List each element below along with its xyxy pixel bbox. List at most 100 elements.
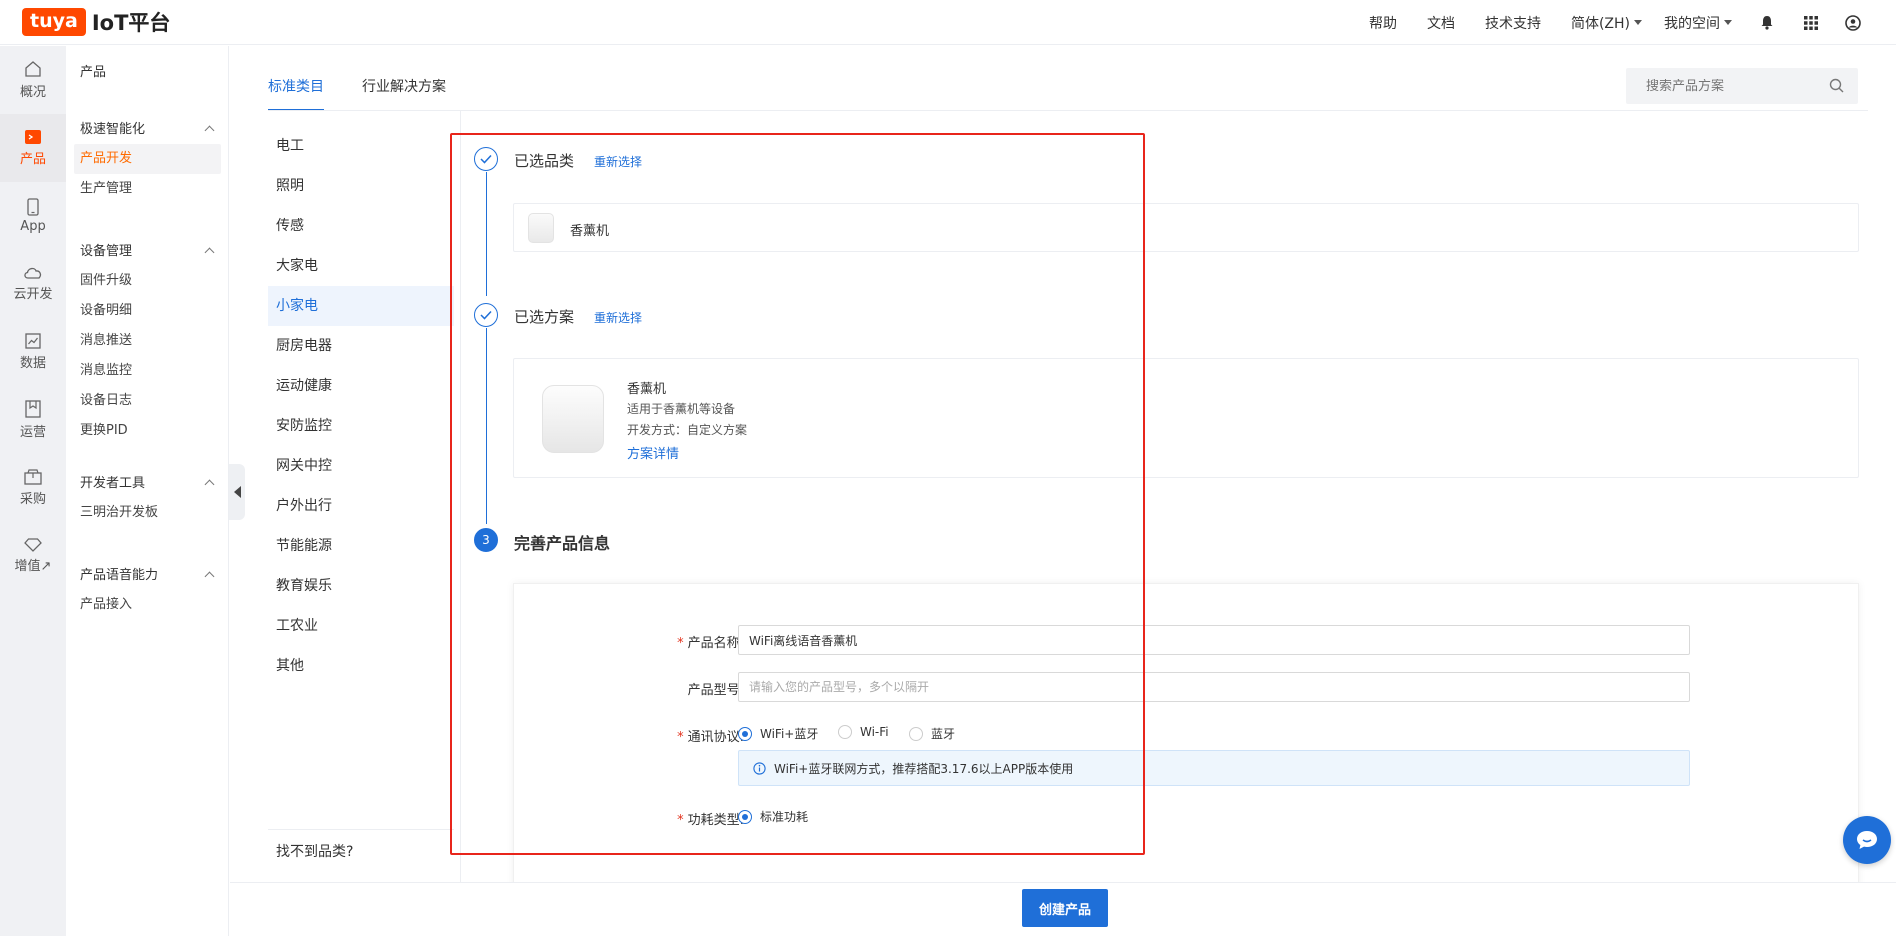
search-icon[interactable]: [1829, 78, 1844, 93]
chat-support-button[interactable]: [1843, 816, 1891, 864]
product-thumbnail: [528, 213, 554, 243]
bottom-action-bar: 创建产品: [230, 882, 1896, 936]
category-list: 电工 照明 传感 大家电 小家电 厨房电器 运动健康 安防监控 网关中控 户外出…: [268, 126, 454, 686]
product-name-input[interactable]: [738, 625, 1690, 655]
solution-desc: 适用于香薰机等设备: [627, 402, 736, 416]
sidebar-group-toggle[interactable]: 设备管理: [66, 238, 229, 266]
step2-check-icon: [474, 303, 498, 327]
space-dropdown[interactable]: 我的空间: [1664, 13, 1732, 33]
nav-help[interactable]: 帮助: [1369, 13, 1397, 33]
sidebar-item-sandwich[interactable]: 三明治开发板: [66, 498, 221, 528]
sidebar-group-title: 产品语音能力: [80, 568, 159, 583]
rail-label: 运营: [19, 425, 46, 440]
home-icon: [25, 61, 41, 77]
divider: [268, 829, 454, 830]
power-radio-standard[interactable]: 标准功耗: [738, 808, 808, 825]
tab-divider: [268, 110, 1868, 111]
step1-title: 已选品类: [514, 152, 575, 170]
logo-badge: tuya: [22, 8, 86, 36]
solution-thumbnail: [542, 385, 604, 453]
protocol-radio-ble[interactable]: 蓝牙: [909, 725, 955, 742]
rail-item-cloud[interactable]: 云开发: [0, 250, 66, 318]
product-model-label: 产品型号:: [687, 683, 744, 698]
sidebar-item-firmware[interactable]: 固件升级: [66, 266, 221, 296]
rail-item-data[interactable]: 数据: [0, 318, 66, 386]
category-item[interactable]: 网关中控: [268, 446, 454, 486]
power-type-label: * 功耗类型:: [677, 813, 744, 828]
selected-solution-card: 香薰机 适用于香薰机等设备 开发方式：自定义方案 方案详情: [513, 358, 1859, 478]
sidebar-group-toggle[interactable]: 极速智能化: [66, 116, 229, 144]
protocol-info-text: WiFi+蓝牙联网方式，推荐搭配3.17.6以上APP版本使用: [774, 761, 1074, 776]
sidebar-item-log[interactable]: 设备日志: [66, 386, 221, 416]
category-item[interactable]: 运动健康: [268, 366, 454, 406]
diamond-icon: [24, 538, 42, 552]
step-connector: [486, 328, 487, 524]
protocol-info-box: WiFi+蓝牙联网方式，推荐搭配3.17.6以上APP版本使用: [738, 750, 1690, 786]
sidebar-item-device-detail[interactable]: 设备明细: [66, 296, 221, 326]
rail-item-operation[interactable]: 运营: [0, 386, 66, 454]
sidebar-item-pid[interactable]: 更换PID: [66, 416, 221, 446]
category-item[interactable]: 户外出行: [268, 486, 454, 526]
category-item-selected[interactable]: 小家电: [268, 286, 454, 326]
sidebar-group-toggle[interactable]: 开发者工具: [66, 470, 229, 498]
phone-icon: [27, 198, 39, 216]
sidebar-group-toggle[interactable]: 产品语音能力: [66, 562, 229, 590]
rail-label: 增值↗: [14, 559, 52, 574]
info-icon: [753, 761, 766, 775]
user-avatar-icon[interactable]: [1844, 14, 1862, 32]
solution-dev-mode: 开发方式：自定义方案: [627, 423, 748, 437]
step2-reselect-link[interactable]: 重新选择: [594, 309, 642, 326]
category-item[interactable]: 其他: [268, 646, 454, 686]
sidebar-item-product-dev[interactable]: 产品开发: [74, 144, 221, 174]
nav-docs[interactable]: 文档: [1427, 13, 1455, 33]
sidebar-item-production[interactable]: 生产管理: [66, 174, 221, 204]
bookmark-icon: [25, 400, 41, 418]
chevron-down-icon: [1634, 20, 1642, 25]
product-model-input[interactable]: [738, 672, 1690, 702]
rail-label: App: [20, 219, 46, 234]
bell-icon[interactable]: [1758, 14, 1776, 32]
rail-item-overview[interactable]: 概况: [0, 46, 66, 114]
top-bar: tuya IoT平台 帮助 文档 技术支持 简体(ZH) 我的空间: [0, 0, 1896, 45]
protocol-radio-wifi-ble[interactable]: WiFi+蓝牙: [738, 725, 818, 742]
nav-support[interactable]: 技术支持: [1485, 13, 1541, 33]
sidebar-group-title: 开发者工具: [80, 476, 146, 491]
rail-item-purchase[interactable]: 采购: [0, 454, 66, 522]
search-input[interactable]: [1646, 78, 1816, 94]
solution-detail-link[interactable]: 方案详情: [627, 443, 679, 462]
category-item[interactable]: 照明: [268, 166, 454, 206]
category-item[interactable]: 大家电: [268, 246, 454, 286]
logo[interactable]: tuya IoT平台: [22, 7, 170, 37]
sidebar-group-devtools: 开发者工具 三明治开发板: [66, 470, 229, 528]
category-item[interactable]: 教育娱乐: [268, 566, 454, 606]
sidebar-item-access[interactable]: 产品接入: [66, 590, 221, 620]
category-not-found-link[interactable]: 找不到品类?: [276, 841, 353, 861]
create-product-button[interactable]: 创建产品: [1022, 889, 1108, 927]
category-item[interactable]: 安防监控: [268, 406, 454, 446]
tab-industry-solution[interactable]: 行业解决方案: [362, 46, 446, 111]
category-item[interactable]: 厨房电器: [268, 326, 454, 366]
language-dropdown[interactable]: 简体(ZH): [1571, 13, 1642, 33]
sidebar-item-push[interactable]: 消息推送: [66, 326, 221, 356]
category-item[interactable]: 工农业: [268, 606, 454, 646]
category-item[interactable]: 电工: [268, 126, 454, 166]
chevron-up-icon: [204, 479, 215, 490]
rail-label: 数据: [19, 356, 46, 371]
chevron-down-icon: [1724, 20, 1732, 25]
tab-standard-category[interactable]: 标准类目: [268, 46, 324, 111]
rail-item-app[interactable]: App: [0, 182, 66, 250]
chevron-up-icon: [204, 571, 215, 582]
sidebar-group-title: 设备管理: [80, 244, 133, 259]
rail-item-value-added[interactable]: 增值↗: [0, 522, 66, 590]
protocol-radio-wifi[interactable]: Wi-Fi: [838, 725, 889, 739]
apps-grid-icon[interactable]: [1802, 14, 1820, 32]
step1-reselect-link[interactable]: 重新选择: [594, 153, 642, 170]
box-icon: [24, 469, 42, 485]
category-item[interactable]: 节能能源: [268, 526, 454, 566]
language-label: 简体(ZH): [1570, 15, 1630, 32]
rail-item-product[interactable]: 产品: [0, 114, 66, 182]
chevron-up-icon: [204, 125, 215, 136]
category-item[interactable]: 传感: [268, 206, 454, 246]
chat-icon: [1857, 831, 1877, 849]
sidebar-item-monitor[interactable]: 消息监控: [66, 356, 221, 386]
